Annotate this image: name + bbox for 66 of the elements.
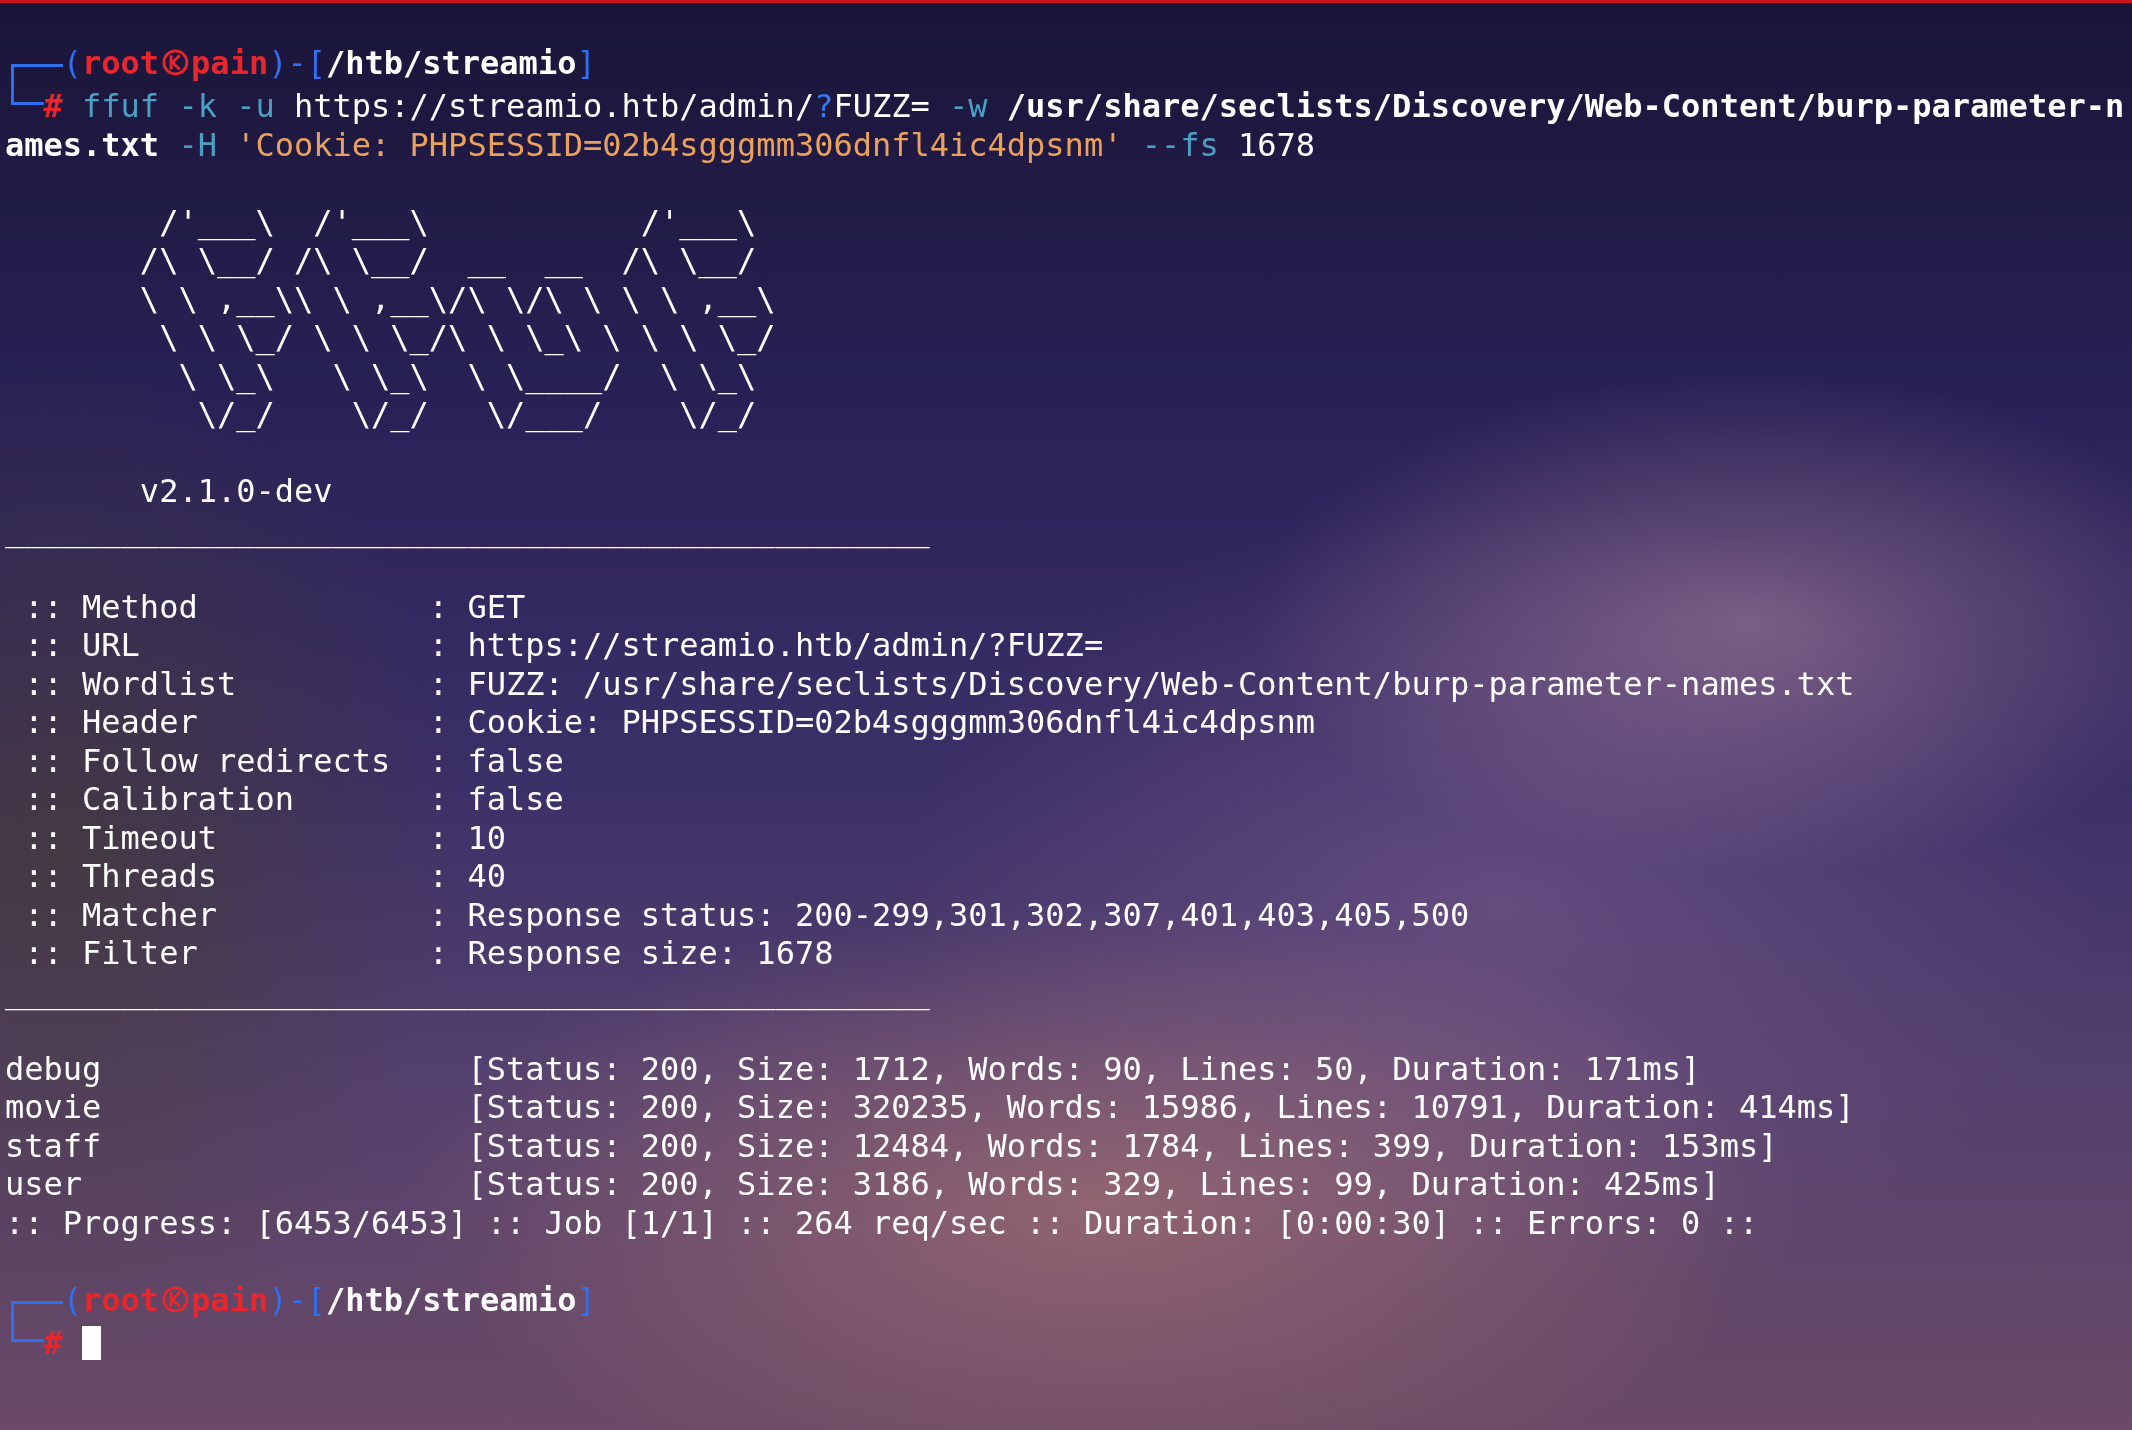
- prompt-hash: #: [43, 1323, 63, 1362]
- setting-value: : FUZZ: /usr/share/seclists/Discovery/Web-Content/burp-parameter-names.txt: [428, 664, 1855, 703]
- setting-label: :: Threads: [24, 857, 218, 896]
- result-summary: [Status: 200, Size: 320235, Words: 15986, Lines: 10791, Duration: 414ms]: [467, 1088, 1855, 1126]
- result-name: movie: [5, 1088, 103, 1127]
- ascii-banner-line: \/_/ \/_/ \/___/ \/_/: [196, 395, 758, 434]
- setting-value: : false: [428, 741, 564, 780]
- setting-label: :: Method: [24, 587, 199, 626]
- command-option: -k -u: [178, 87, 275, 125]
- circled-symbol-icon: [160, 1284, 190, 1314]
- prompt-path: /htb/streamio: [325, 44, 577, 82]
- setting-label: :: Follow redirects: [24, 741, 392, 780]
- prompt-bracket: (: [62, 1280, 83, 1319]
- setting-label: :: Timeout: [24, 818, 218, 857]
- result-name: staff: [5, 1126, 103, 1165]
- setting-label: :: Wordlist: [24, 664, 238, 703]
- prompt-hash: #: [43, 87, 63, 125]
- version-text: v2.1.0-dev: [139, 472, 334, 511]
- command-name: ffuf: [82, 87, 160, 125]
- separator-line: ________________________________________________: [5, 972, 931, 1011]
- separator-line: ________________________________________________: [5, 510, 931, 549]
- prompt-host: pain: [191, 44, 269, 82]
- ascii-banner-line: \ \_\ \ \_\ \ \____/ \ \_\: [177, 356, 758, 395]
- setting-value: : false: [428, 780, 564, 818]
- setting-label: :: Header: [24, 703, 199, 742]
- ascii-banner-line: /\ \__/ /\ \__/ __ __ /\ \__/: [139, 241, 758, 280]
- command-argument: 1678: [1238, 125, 1316, 164]
- setting-value: : https://streamio.htb/admin/?FUZZ=: [428, 626, 1104, 664]
- prompt-bracket: )-[: [268, 44, 326, 82]
- command-option: -w: [949, 87, 988, 125]
- prompt-user: root: [82, 44, 160, 82]
- command-option: --fs: [1141, 125, 1219, 164]
- setting-value: : Response size: 1678: [428, 934, 834, 972]
- command-path: ames.txt: [5, 125, 160, 164]
- command-option: -H: [178, 125, 217, 164]
- ascii-banner-line: \ \ ,__\\ \ ,__\/\ \/\ \ \ \ ,__\: [139, 279, 777, 318]
- setting-label: :: Calibration: [24, 780, 295, 819]
- setting-label: :: Filter: [24, 934, 199, 973]
- command-argument: FUZZ=: [833, 87, 930, 125]
- circled-symbol-icon: [160, 48, 190, 78]
- prompt-host: pain: [191, 1280, 269, 1319]
- command-argument: https://streamio.htb/admin/: [293, 87, 815, 125]
- setting-value: : 10: [428, 818, 506, 857]
- result-name: user: [5, 1165, 84, 1204]
- prompt-bracket: ]: [576, 44, 596, 82]
- command-path: /usr/share/seclists/Discovery/Web-Content/burp-parameter-n: [1006, 87, 2125, 125]
- setting-value: : Response status: 200-299,301,302,307,401,403,405,500: [428, 895, 1470, 934]
- setting-label: :: URL: [24, 626, 141, 665]
- prompt-bracket: ]: [576, 1280, 596, 1319]
- result-summary: [Status: 200, Size: 12484, Words: 1784, Lines: 399, Duration: 153ms]: [467, 1126, 1778, 1165]
- result-name: debug: [5, 1049, 103, 1088]
- command-string: 'Cookie: PHPSESSID=02b4sgggmm306dnfl4ic4dpsnm': [236, 125, 1123, 164]
- result-summary: [Status: 200, Size: 1712, Words: 90, Lines: 50, Duration: 171ms]: [467, 1049, 1701, 1088]
- result-summary: [Status: 200, Size: 3186, Words: 329, Lines: 99, Duration: 425ms]: [467, 1165, 1720, 1203]
- ascii-banner-line: /'___\ /'___\ /'___\: [158, 202, 758, 241]
- setting-value: : GET: [428, 587, 526, 626]
- prompt-bracket: )-[: [268, 1280, 326, 1319]
- ascii-banner-line: \ \ \_/ \ \ \_/\ \ \_\ \ \ \ \_/: [158, 318, 777, 357]
- setting-value: : 40: [428, 857, 506, 895]
- prompt-path: /htb/streamio: [325, 1280, 577, 1319]
- command-symbol: ?: [814, 87, 834, 125]
- progress-text: :: Progress: [6453/6453] :: Job [1/1] :: 264 req/sec :: Duration: [0:00:30] :: Errors: 0 ::: [5, 1203, 1760, 1242]
- setting-label: :: Matcher: [24, 895, 218, 934]
- prompt-bracket: (: [62, 44, 83, 82]
- setting-value: : Cookie: PHPSESSID=02b4sgggmm306dnfl4ic4dpsnm: [428, 703, 1316, 741]
- prompt-user: root: [82, 1280, 160, 1319]
